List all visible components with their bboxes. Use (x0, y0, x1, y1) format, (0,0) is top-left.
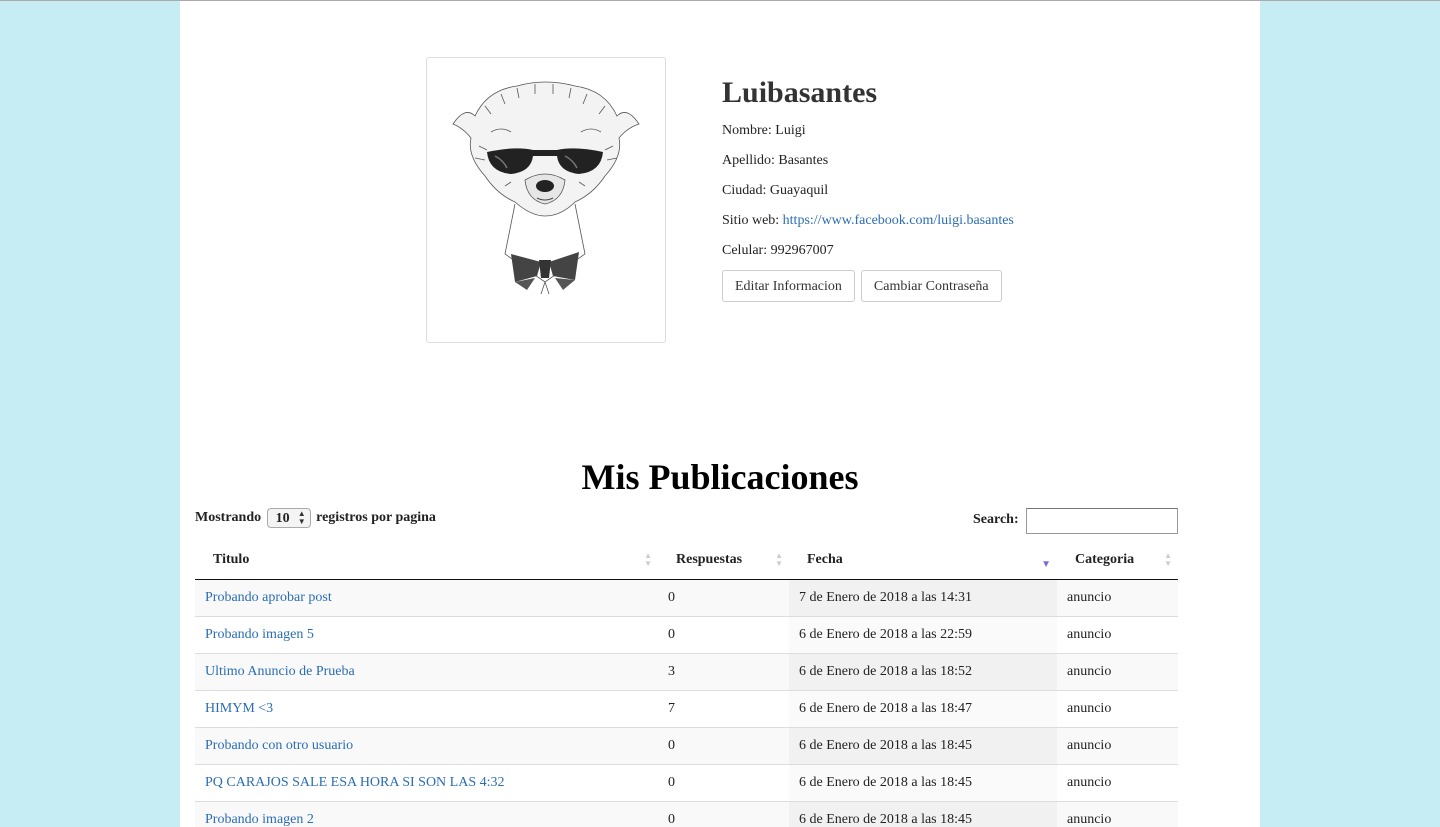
celular-value: 992967007 (770, 243, 834, 258)
sort-icon: ▲ ▼ (775, 551, 783, 568)
cell-titulo: HIMYM <3 (195, 690, 658, 728)
cell-titulo: Probando con otro usuario (195, 727, 658, 765)
select-arrows-icon: ▲ ▼ (297, 509, 306, 526)
post-link[interactable]: Probando aprobar post (205, 590, 332, 605)
post-link[interactable]: Probando imagen 2 (205, 812, 314, 827)
post-link[interactable]: Ultimo Anuncio de Prueba (205, 664, 355, 679)
publications-table: Titulo ▲ ▼ Respuestas ▲ ▼ Fecha ▼ Categoria ▲ ▼… (195, 541, 1178, 827)
cell-fecha: 6 de Enero de 2018 a las 18:52 (789, 653, 1057, 691)
post-link[interactable]: HIMYM <3 (205, 701, 273, 716)
edit-info-button[interactable]: Editar Informacion (722, 270, 855, 302)
cell-titulo: Ultimo Anuncio de Prueba (195, 653, 658, 691)
search-label: Search: (973, 512, 1019, 527)
nombre-label: Nombre: (722, 123, 772, 138)
column-header-categoria[interactable]: Categoria ▲ ▼ (1057, 541, 1178, 580)
table-row: Probando con otro usuario 0 6 de Enero d… (195, 727, 1178, 765)
sort-icon: ▲ ▼ (1164, 551, 1172, 568)
cell-categoria: anuncio (1057, 653, 1178, 691)
celular-label: Celular: (722, 243, 768, 258)
page-length-control: Mostrando 10 ▲ ▼ registros por pagina (195, 508, 436, 528)
profile-celular: Celular: 992967007 (722, 243, 1014, 259)
table-row: Probando imagen 2 0 6 de Enero de 2018 a… (195, 801, 1178, 827)
dog-avatar-illustration (452, 81, 640, 295)
cell-fecha: 7 de Enero de 2018 a las 14:31 (789, 579, 1057, 617)
page-length-value: 10 (275, 511, 290, 526)
profile-info: Luibasantes Nombre: Luigi Apellido: Basa… (722, 75, 1014, 273)
table-row: Probando imagen 5 0 6 de Enero de 2018 a… (195, 616, 1178, 654)
length-prefix: Mostrando (195, 510, 262, 526)
table-row: Probando aprobar post 0 7 de Enero de 20… (195, 579, 1178, 617)
profile-username: Luibasantes (722, 76, 878, 109)
table-row: HIMYM <3 7 6 de Enero de 2018 a las 18:4… (195, 690, 1178, 728)
cell-respuestas: 0 (658, 764, 789, 802)
cell-respuestas: 0 (658, 616, 789, 654)
sitio-web-label: Sitio web: (722, 213, 780, 228)
length-suffix: registros por pagina (316, 510, 436, 526)
cell-categoria: anuncio (1057, 579, 1178, 617)
sort-icon: ▲ ▼ (644, 551, 652, 568)
column-label: Respuestas (676, 552, 743, 567)
cell-categoria: anuncio (1057, 690, 1178, 728)
change-password-button[interactable]: Cambiar Contraseña (860, 270, 1002, 302)
column-header-respuestas[interactable]: Respuestas ▲ ▼ (658, 541, 789, 580)
cell-titulo: PQ CARAJOS SALE ESA HORA SI SON LAS 4:32 (195, 764, 658, 802)
profile-ciudad: Ciudad: Guayaquil (722, 183, 1014, 199)
table-row: PQ CARAJOS SALE ESA HORA SI SON LAS 4:32… (195, 764, 1178, 802)
post-link[interactable]: PQ CARAJOS SALE ESA HORA SI SON LAS 4:32 (205, 775, 505, 790)
apellido-value: Basantes (778, 153, 829, 168)
cell-fecha: 6 de Enero de 2018 a las 18:47 (789, 690, 1057, 728)
nombre-value: Luigi (775, 123, 806, 138)
ciudad-value: Guayaquil (769, 183, 829, 198)
cell-respuestas: 7 (658, 690, 789, 728)
post-link[interactable]: Probando con otro usuario (205, 738, 353, 753)
profile-actions: Editar Informacion Cambiar Contraseña (722, 270, 1004, 302)
page-length-select[interactable]: 10 ▲ ▼ (266, 508, 311, 528)
cell-fecha: 6 de Enero de 2018 a las 18:45 (789, 727, 1057, 765)
cell-fecha: 6 de Enero de 2018 a las 22:59 (789, 616, 1057, 654)
apellido-label: Apellido: (722, 153, 775, 168)
cell-categoria: anuncio (1057, 764, 1178, 802)
profile-photo (426, 57, 666, 343)
cell-fecha: 6 de Enero de 2018 a las 18:45 (789, 801, 1057, 827)
profile-apellido: Apellido: Basantes (722, 153, 1014, 169)
column-label: Fecha (807, 552, 843, 567)
cell-categoria: anuncio (1057, 727, 1178, 765)
ciudad-label: Ciudad: (722, 183, 767, 198)
sitio-web-link[interactable]: https://www.facebook.com/luigi.basantes (783, 213, 1014, 228)
publications-title: Mis Publicaciones (581, 457, 859, 497)
column-label: Categoria (1075, 552, 1135, 567)
cell-categoria: anuncio (1057, 801, 1178, 827)
cell-fecha: 6 de Enero de 2018 a las 18:45 (789, 764, 1057, 802)
cell-titulo: Probando aprobar post (195, 579, 658, 617)
column-header-titulo[interactable]: Titulo ▲ ▼ (195, 541, 658, 580)
cell-respuestas: 3 (658, 653, 789, 691)
table-row: Ultimo Anuncio de Prueba 3 6 de Enero de… (195, 653, 1178, 691)
post-link[interactable]: Probando imagen 5 (205, 627, 314, 642)
column-label: Titulo (213, 552, 250, 567)
search-input[interactable] (1026, 508, 1178, 534)
cell-categoria: anuncio (1057, 616, 1178, 654)
profile-sitio-web: Sitio web: https://www.facebook.com/luig… (722, 213, 1014, 229)
profile-nombre: Nombre: Luigi (722, 123, 1014, 139)
main-content: Luibasantes Nombre: Luigi Apellido: Basa… (180, 1, 1260, 827)
sort-desc-icon: ▼ (1041, 559, 1051, 570)
cell-titulo: Probando imagen 2 (195, 801, 658, 827)
table-header-row: Titulo ▲ ▼ Respuestas ▲ ▼ Fecha ▼ Categoria ▲ ▼ (195, 541, 1178, 580)
cell-respuestas: 0 (658, 727, 789, 765)
cell-respuestas: 0 (658, 801, 789, 827)
cell-respuestas: 0 (658, 579, 789, 617)
cell-titulo: Probando imagen 5 (195, 616, 658, 654)
column-header-fecha[interactable]: Fecha ▼ (789, 541, 1057, 580)
